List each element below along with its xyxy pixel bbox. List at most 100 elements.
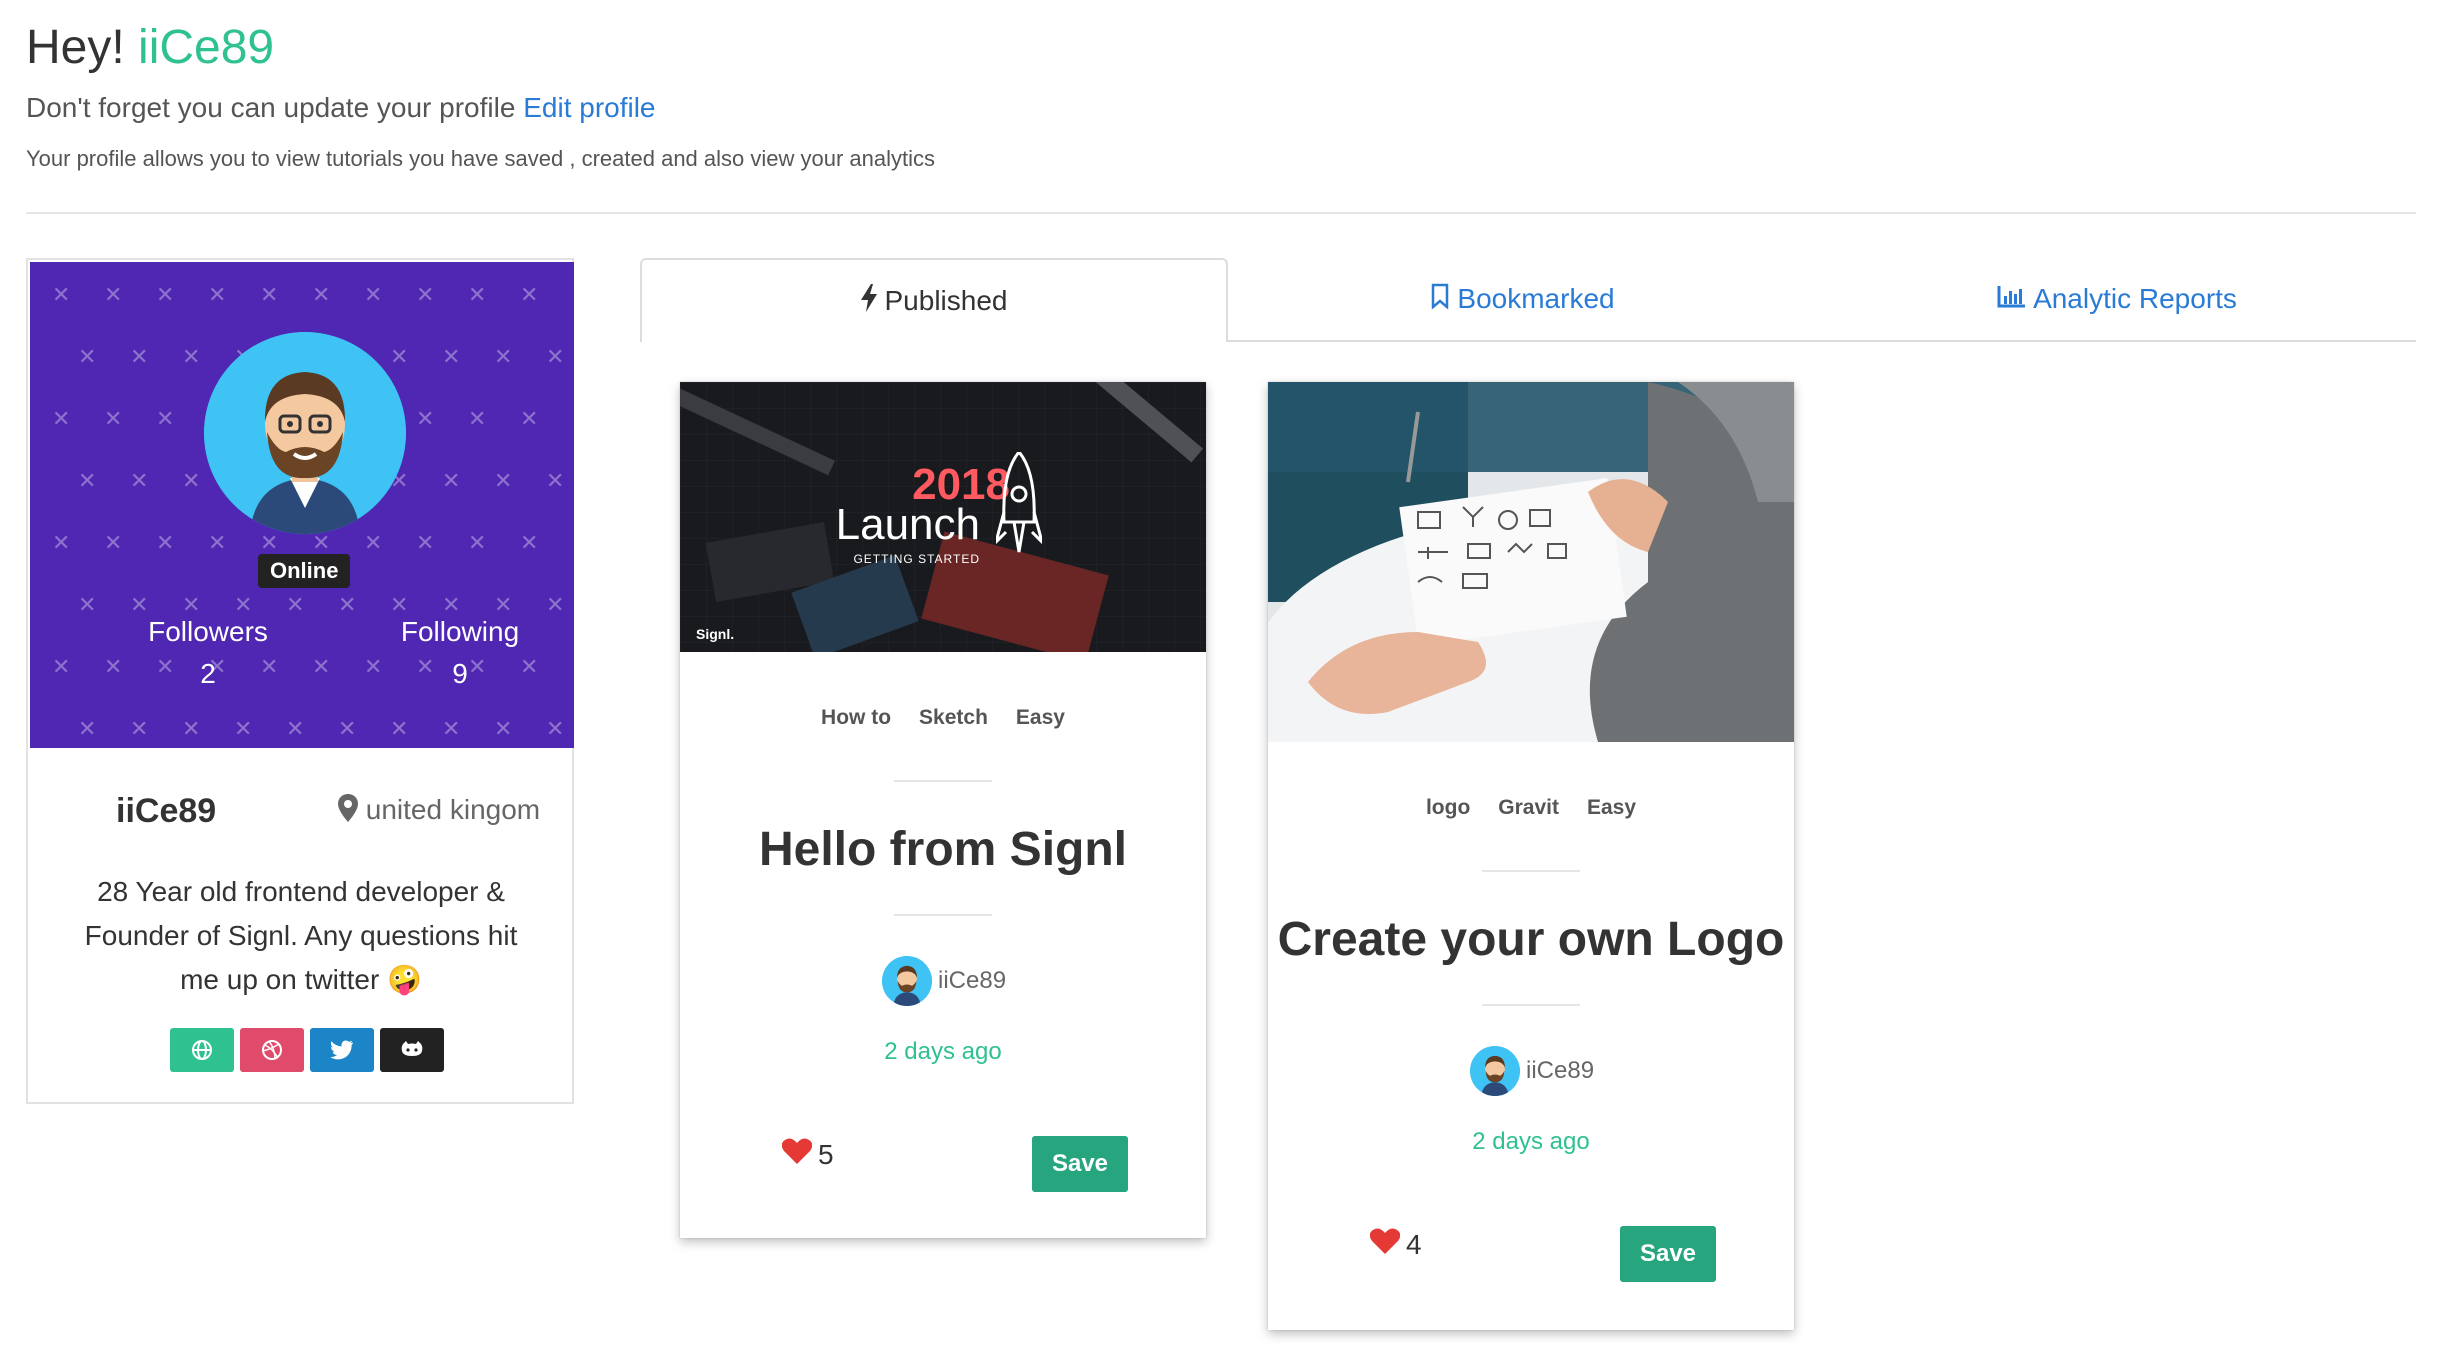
card-title[interactable]: Hello from Signl xyxy=(680,822,1206,877)
tab-bookmarked[interactable]: Bookmarked xyxy=(1228,258,1818,340)
card-tags: How to Sketch Easy xyxy=(680,706,1206,730)
tab-bookmarked-label: Bookmarked xyxy=(1457,283,1615,314)
tutorial-card[interactable]: 2018 Launch GETTING STARTED Signl. How t… xyxy=(680,382,1206,1238)
pattern-x: ✕ xyxy=(416,406,435,431)
pattern-x: ✕ xyxy=(104,530,123,555)
tag[interactable]: Easy xyxy=(1016,706,1065,730)
pattern-x: ✕ xyxy=(494,344,513,369)
pattern-x: ✕ xyxy=(546,592,565,617)
tutorial-card[interactable]: logo Gravit Easy Create your own Logo ii… xyxy=(1268,382,1794,1330)
pattern-x: ✕ xyxy=(312,654,331,679)
followers-count: 2 xyxy=(200,658,216,689)
location-text: united kingom xyxy=(365,794,541,825)
tag[interactable]: Easy xyxy=(1587,796,1636,820)
pattern-x: ✕ xyxy=(234,716,253,741)
header-divider xyxy=(26,212,2416,214)
greeting-text: Hey! xyxy=(26,21,125,74)
dribbble-icon[interactable] xyxy=(240,1028,304,1072)
tag[interactable]: logo xyxy=(1426,796,1470,820)
pattern-x: ✕ xyxy=(338,716,357,741)
pattern-x: ✕ xyxy=(130,592,149,617)
save-button[interactable]: Save xyxy=(1032,1136,1128,1192)
pattern-x: ✕ xyxy=(546,468,565,493)
pattern-x: ✕ xyxy=(572,284,574,306)
card-author[interactable]: iiCe89 xyxy=(1470,1046,1594,1096)
pattern-x: ✕ xyxy=(442,344,461,369)
image-title: Launch xyxy=(835,500,980,549)
card-author[interactable]: iiCe89 xyxy=(882,956,1006,1006)
pattern-x: ✕ xyxy=(104,406,123,431)
likes-count: 5 xyxy=(818,1138,834,1170)
pattern-x: ✕ xyxy=(156,282,175,307)
image-subtitle: GETTING STARTED xyxy=(853,552,980,566)
pattern-x: ✕ xyxy=(442,716,461,741)
profile-hero: ✕ ✕ ✕ ✕ ✕ ✕ ✕ ✕ ✕ ✕ ✕ ✕ ✕ ✕ ✕ ✕ ✕ ✕ ✕ ✕ ✕ ✕ ✕ ✕ ✕ ✕ ✕ ✕ ✕ ✕ ✕ ✕ ✕ ✕ ✕ ✕ ✕ ✕ ✕ ✕… xyxy=(30,262,574,748)
pattern-x: ✕ xyxy=(286,592,305,617)
pattern-x: ✕ xyxy=(208,282,227,307)
following-label[interactable]: Following xyxy=(360,616,560,648)
globe-icon[interactable] xyxy=(170,1028,234,1072)
page-greeting: Hey! iiCe89 xyxy=(26,20,274,75)
twitter-icon[interactable] xyxy=(310,1028,374,1072)
pattern-x: ✕ xyxy=(338,592,357,617)
save-button[interactable]: Save xyxy=(1620,1226,1716,1282)
pattern-x: ✕ xyxy=(520,406,539,431)
pattern-x: ✕ xyxy=(156,406,175,431)
card-divider xyxy=(1482,870,1580,872)
update-profile-line: Don't forget you can update your profile… xyxy=(26,92,656,124)
pattern-x: ✕ xyxy=(52,530,71,555)
author-name: iiCe89 xyxy=(1526,1057,1595,1084)
pattern-x: ✕ xyxy=(416,282,435,307)
pattern-x: ✕ xyxy=(364,530,383,555)
tab-published[interactable]: Published xyxy=(640,258,1228,342)
pattern-x: ✕ xyxy=(156,530,175,555)
profile-bio: 28 Year old frontend developer & Founder… xyxy=(84,876,518,995)
tag[interactable]: Sketch xyxy=(919,706,988,730)
likes-count: 4 xyxy=(1406,1228,1422,1260)
edit-profile-link[interactable]: Edit profile xyxy=(523,92,655,123)
pattern-x: ✕ xyxy=(468,530,487,555)
card-divider xyxy=(894,780,992,782)
pattern-x: ✕ xyxy=(442,592,461,617)
heart-icon xyxy=(781,1138,813,1171)
author-name: iiCe89 xyxy=(938,967,1007,994)
pattern-x: ✕ xyxy=(52,406,71,431)
pattern-x: ✕ xyxy=(52,282,71,307)
bolt-icon xyxy=(860,283,877,319)
following-count: 9 xyxy=(452,658,468,689)
pattern-x: ✕ xyxy=(494,468,513,493)
github-icon[interactable] xyxy=(380,1028,444,1072)
pattern-x: ✕ xyxy=(286,716,305,741)
profile-card: ✕ ✕ ✕ ✕ ✕ ✕ ✕ ✕ ✕ ✕ ✕ ✕ ✕ ✕ ✕ ✕ ✕ ✕ ✕ ✕ ✕ ✕ ✕ ✕ ✕ ✕ ✕ ✕ ✕ ✕ ✕ ✕ ✕ ✕ ✕ ✕ ✕ ✕ ✕ ✕… xyxy=(26,258,574,1104)
card-image-launch: 2018 Launch GETTING STARTED Signl. xyxy=(680,382,1206,652)
pattern-x: ✕ xyxy=(312,282,331,307)
map-pin-icon xyxy=(338,794,358,825)
pattern-x: ✕ xyxy=(442,468,461,493)
bar-chart-icon xyxy=(1997,283,2026,315)
card-likes[interactable]: 4 xyxy=(1369,1228,1422,1261)
followers-label[interactable]: Followers xyxy=(108,616,308,648)
tag[interactable]: How to xyxy=(821,706,891,730)
pattern-x: ✕ xyxy=(260,282,279,307)
card-tags: logo Gravit Easy xyxy=(1268,796,1794,820)
card-image-sketch xyxy=(1268,382,1794,742)
pattern-x: ✕ xyxy=(468,406,487,431)
profile-location: united kingom xyxy=(338,794,540,826)
card-divider xyxy=(894,914,992,916)
tag[interactable]: Gravit xyxy=(1498,796,1559,820)
avatar xyxy=(204,332,406,534)
tab-analytic-reports[interactable]: Analytic Reports xyxy=(1818,258,2416,340)
avatar xyxy=(1470,1046,1520,1096)
pattern-x: ✕ xyxy=(78,592,97,617)
pattern-x: ✕ xyxy=(572,532,574,554)
profile-username: iiCe89 xyxy=(116,792,217,830)
card-likes[interactable]: 5 xyxy=(781,1138,834,1171)
pattern-x: ✕ xyxy=(182,716,201,741)
pattern-x: ✕ xyxy=(390,592,409,617)
card-title[interactable]: Create your own Logo xyxy=(1268,912,1794,967)
card-time: 2 days ago xyxy=(1472,1128,1590,1155)
pattern-x: ✕ xyxy=(546,716,565,741)
pattern-x: ✕ xyxy=(468,282,487,307)
pattern-x: ✕ xyxy=(130,468,149,493)
pattern-x: ✕ xyxy=(78,468,97,493)
